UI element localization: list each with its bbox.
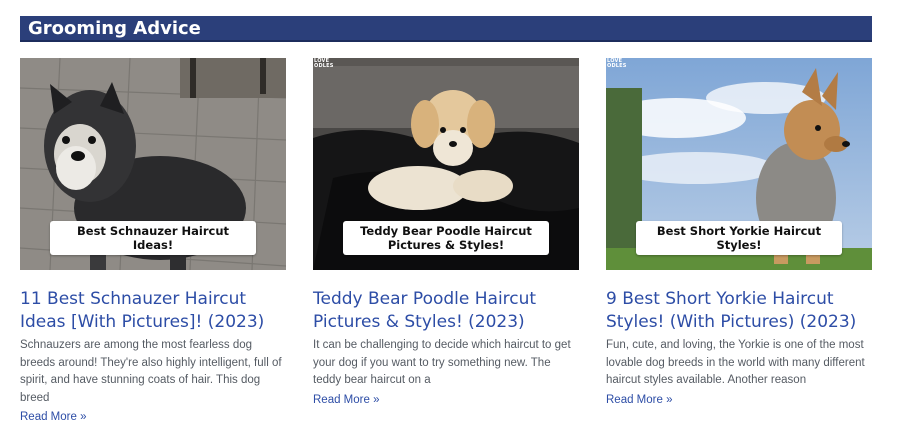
- section-title: Grooming Advice: [20, 16, 872, 42]
- image-caption: Teddy Bear Poodle Haircut Pictures & Sty…: [343, 221, 549, 255]
- post-card-schnauzer: Best Schnauzer Haircut Ideas! 11 Best Sc…: [20, 58, 286, 425]
- image-caption: Best Schnauzer Haircut Ideas!: [50, 221, 256, 255]
- post-thumbnail-poodle[interactable]: LOVE ODLES Teddy Bear Poodle Haircut Pic…: [313, 58, 579, 270]
- post-excerpt: Fun, cute, and loving, the Yorkie is one…: [606, 339, 865, 386]
- post-title-link[interactable]: 9 Best Short Yorkie Haircut Styles! (Wit…: [606, 288, 872, 334]
- read-more-link[interactable]: Read More »: [606, 394, 672, 406]
- read-more-link[interactable]: Read More »: [20, 411, 86, 423]
- image-caption: Best Short Yorkie Haircut Styles!: [636, 221, 842, 255]
- brand-watermark: LOVE ODLES: [607, 58, 627, 69]
- post-thumbnail-schnauzer[interactable]: Best Schnauzer Haircut Ideas!: [20, 58, 286, 270]
- post-title-link[interactable]: 11 Best Schnauzer Haircut Ideas [With Pi…: [20, 288, 286, 334]
- brand-watermark: LOVE ODLES: [314, 58, 334, 69]
- read-more-link[interactable]: Read More »: [313, 394, 379, 406]
- post-thumbnail-yorkie[interactable]: LOVE ODLES Best Short Yorkie Haircut Sty…: [606, 58, 872, 270]
- post-card-poodle: LOVE ODLES Teddy Bear Poodle Haircut Pic…: [313, 58, 579, 408]
- post-title-link[interactable]: Teddy Bear Poodle Haircut Pictures & Sty…: [313, 288, 579, 334]
- post-card-yorkie: LOVE ODLES Best Short Yorkie Haircut Sty…: [606, 58, 872, 408]
- post-excerpt: Schnauzers are among the most fearless d…: [20, 339, 282, 404]
- post-excerpt: It can be challenging to decide which ha…: [313, 339, 571, 386]
